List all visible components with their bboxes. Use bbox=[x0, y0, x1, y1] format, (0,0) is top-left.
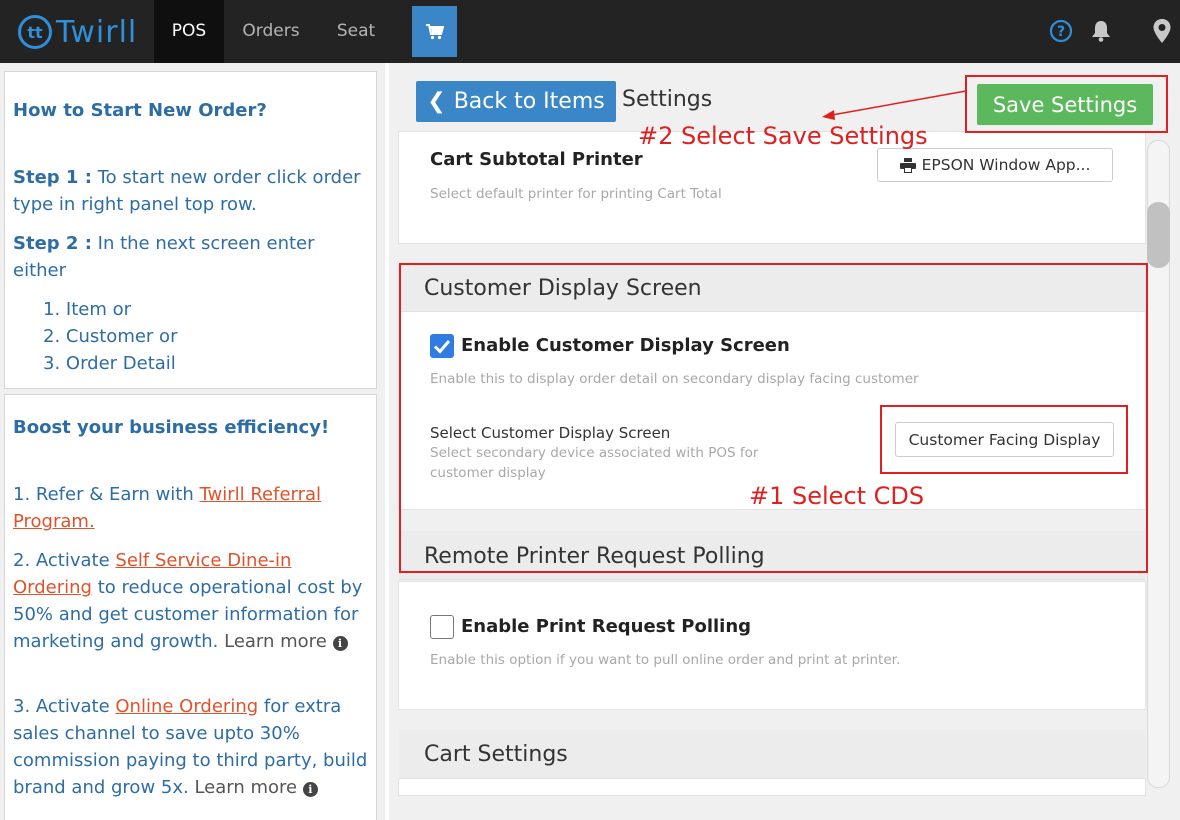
annotation-arrow-icon bbox=[822, 90, 967, 120]
